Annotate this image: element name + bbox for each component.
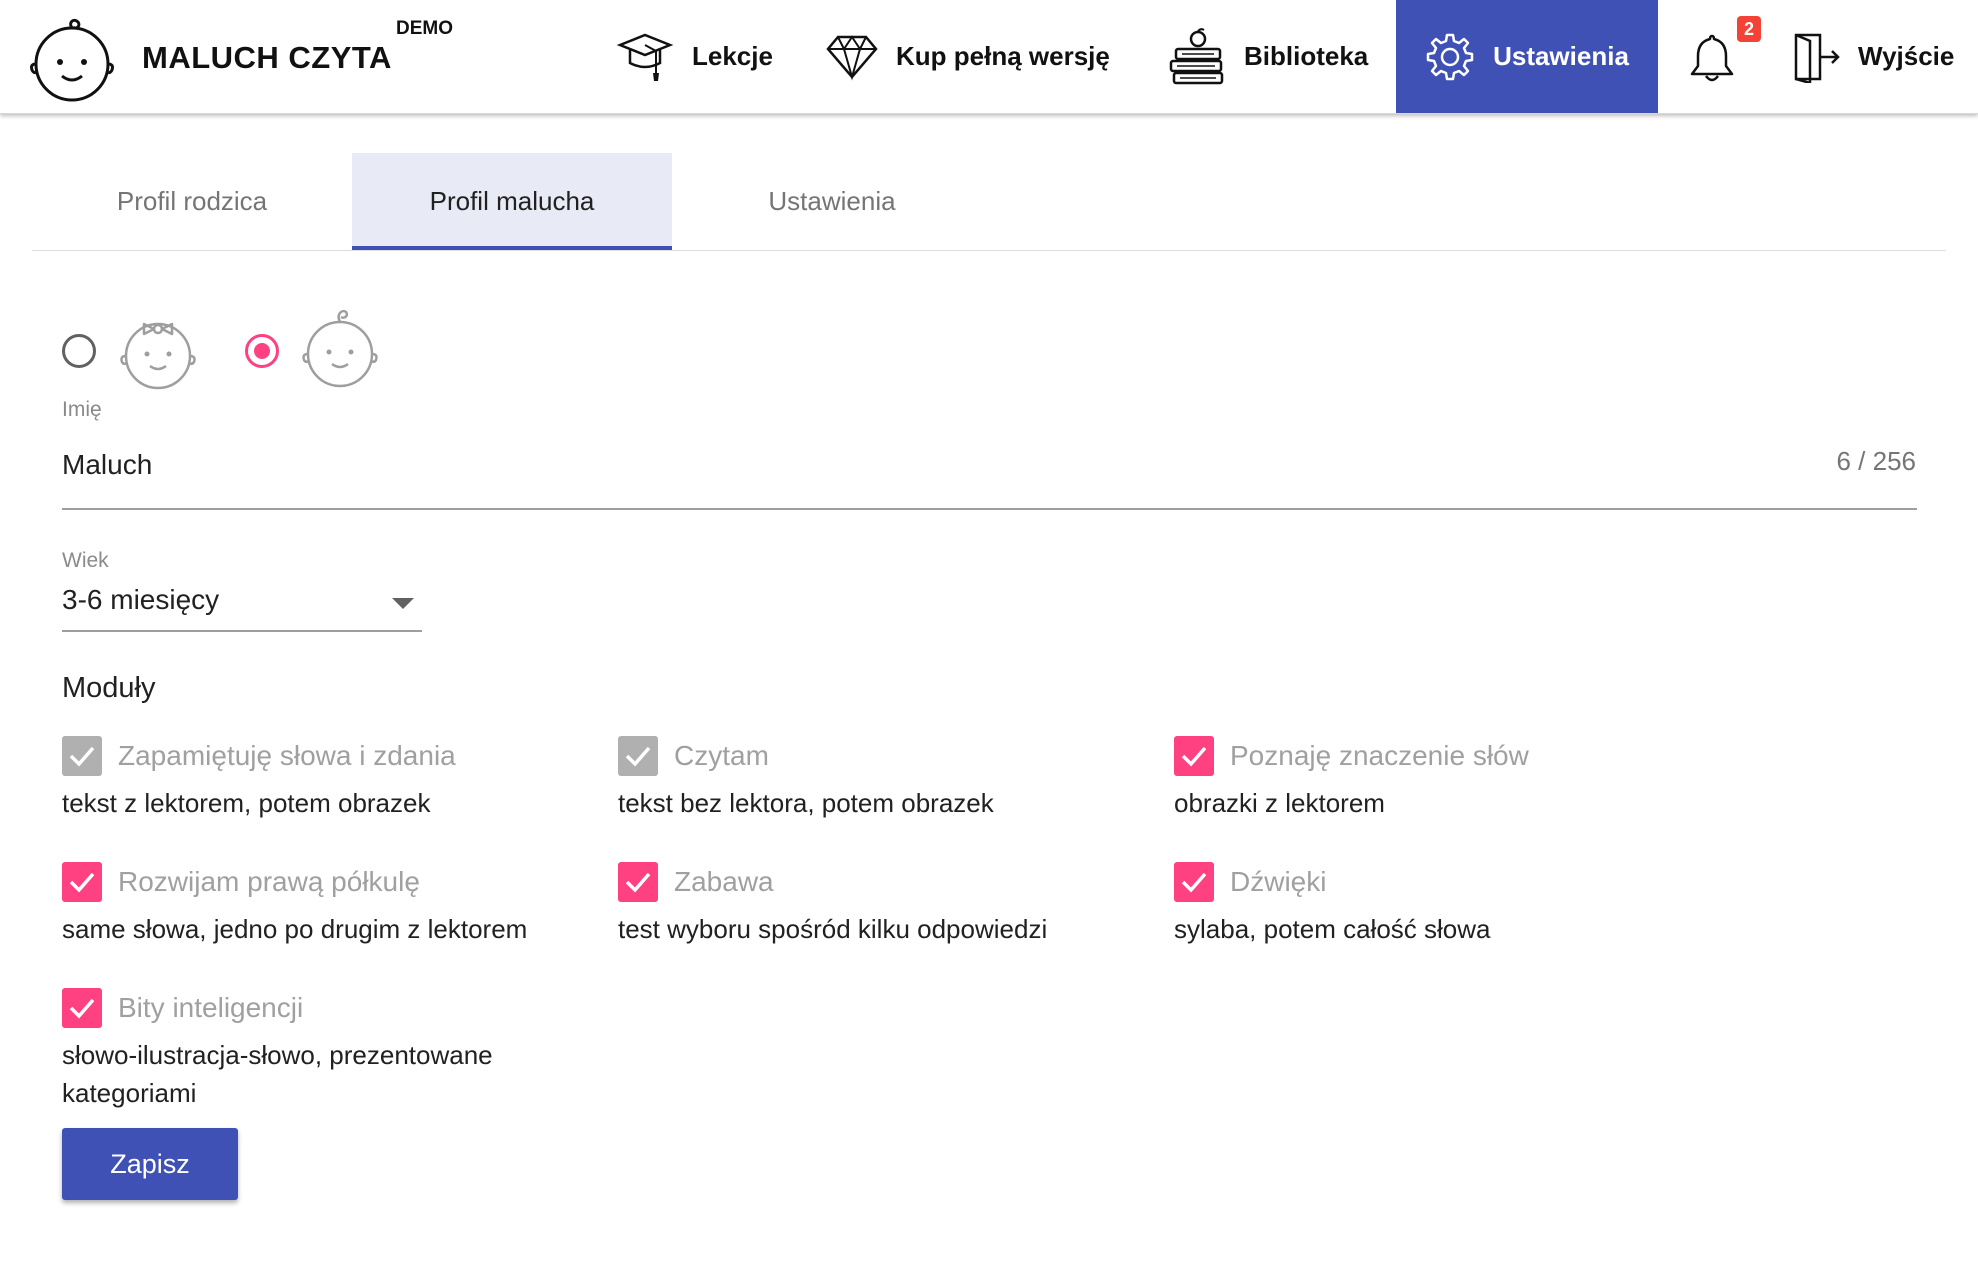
baby-boy-icon — [302, 309, 378, 388]
module-desc: same słowa, jedno po drugim z lektorem — [62, 914, 528, 944]
module-title: Bity inteligencji — [118, 992, 304, 1023]
module-title: Dźwięki — [1230, 866, 1327, 897]
save-button[interactable]: Zapisz — [62, 1128, 238, 1200]
nav-lekcje[interactable]: Lekcje — [616, 0, 773, 113]
app-title: MALUCH CZYTA — [142, 40, 392, 75]
module-title: Zabawa — [674, 866, 774, 897]
notification-count-badge: 2 — [1737, 16, 1761, 42]
check-icon — [69, 746, 95, 767]
module-checkbox[interactable] — [62, 736, 102, 776]
age-underline — [62, 630, 422, 632]
nav-label: Ustawienia — [1493, 41, 1629, 71]
age-select-value: 3-6 miesięcy — [62, 584, 220, 615]
modules-title: Moduły — [62, 672, 156, 704]
profile-tabs: Profil rodzica Profil malucha Ustawienia — [32, 153, 1946, 251]
tab-profil-rodzica[interactable]: Profil rodzica — [32, 153, 352, 249]
top-bar: MALUCH CZYTA DEMO Lekcje Kup pełną wersj… — [0, 0, 1978, 114]
module-desc: sylaba, potem całość słowa — [1174, 914, 1491, 944]
tab-profil-malucha[interactable]: Profil malucha — [352, 153, 672, 250]
check-icon — [625, 872, 651, 893]
module-checkbox[interactable] — [62, 988, 102, 1028]
module-desc: tekst z lektorem, potem obrazek — [62, 788, 431, 818]
graduation-cap-icon — [616, 33, 674, 81]
module-title: Rozwijam prawą półkulę — [118, 866, 420, 897]
module-checkbox[interactable] — [62, 862, 102, 902]
module-checkbox[interactable] — [1174, 736, 1214, 776]
baby-face-icon — [30, 18, 114, 102]
dropdown-arrow-icon — [392, 598, 414, 609]
module-title: Poznaję znaczenie słów — [1230, 740, 1529, 771]
bell-icon — [1690, 34, 1734, 82]
gear-icon — [1426, 33, 1474, 80]
baby-girl-icon — [120, 322, 196, 390]
nav-label: Biblioteka — [1244, 41, 1369, 71]
name-char-counter: 6 / 256 — [1836, 446, 1916, 476]
nav-label: Wyjście — [1858, 41, 1955, 71]
check-icon — [69, 998, 95, 1019]
check-icon — [625, 746, 651, 767]
age-select[interactable]: 3-6 miesięcy — [62, 580, 422, 632]
module-title: Czytam — [674, 740, 769, 771]
name-underline — [62, 508, 1917, 510]
nav-kup-pelna-wersje[interactable]: Kup pełną wersję — [826, 0, 1110, 113]
nav-wyjscie[interactable]: Wyjście — [1792, 0, 1954, 113]
name-input[interactable] — [62, 440, 1852, 490]
module-checkbox[interactable] — [618, 862, 658, 902]
nav-ustawienia[interactable]: Ustawienia — [1396, 0, 1658, 113]
diamond-icon — [826, 34, 878, 81]
check-icon — [1181, 746, 1207, 767]
demo-badge: DEMO — [396, 18, 453, 39]
exit-door-icon — [1794, 33, 1840, 83]
check-icon — [1181, 872, 1207, 893]
gender-boy-radio[interactable] — [245, 334, 279, 368]
books-icon — [1169, 27, 1224, 84]
nav-label: Kup pełną wersję — [896, 41, 1110, 71]
module-desc: obrazki z lektorem — [1174, 788, 1385, 818]
module-checkbox[interactable] — [618, 736, 658, 776]
gender-girl-radio[interactable] — [62, 334, 96, 368]
tab-ustawienia[interactable]: Ustawienia — [672, 153, 992, 249]
module-checkbox[interactable] — [1174, 862, 1214, 902]
check-icon — [69, 872, 95, 893]
nav-biblioteka[interactable]: Biblioteka — [1168, 0, 1368, 113]
name-label: Imię — [62, 398, 102, 421]
module-desc: test wyboru spośród kilku odpowiedzi — [618, 914, 1048, 944]
module-title: Zapamiętuję słowa i zdania — [118, 740, 456, 771]
notifications-button[interactable]: 2 — [1680, 0, 1761, 113]
module-desc: tekst bez lektora, potem obrazek — [618, 788, 994, 818]
age-label: Wiek — [62, 549, 109, 572]
nav-label: Lekcje — [692, 41, 773, 71]
module-desc: słowo-ilustracja-słowo, prezentowane kat… — [62, 1040, 493, 1108]
